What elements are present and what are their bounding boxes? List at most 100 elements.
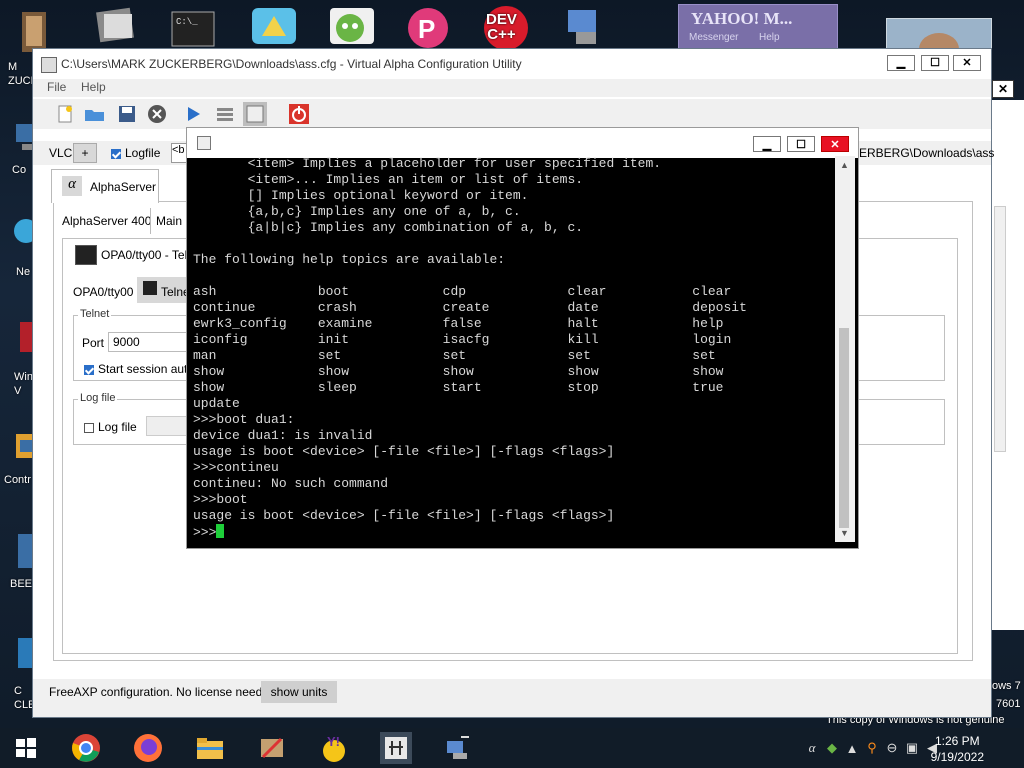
clock-time: 1:26 PM <box>934 734 980 748</box>
terminal-line: ewrk3_config examine false halt help <box>193 316 724 331</box>
terminal-line: The following help topics are available: <box>193 252 506 267</box>
tray-shield-icon[interactable]: ◆ <box>824 740 840 756</box>
start-session-label: Start session auto <box>98 362 195 376</box>
terminal-window: ▁ ☐ ✕ <item> Implies a placeholder for u… <box>186 127 859 549</box>
file-explorer-icon[interactable] <box>194 732 226 764</box>
terminal-scrollbar[interactable]: ▲ ▼ <box>835 156 855 542</box>
terminal-prompt-line[interactable]: >>> <box>193 524 833 540</box>
firefox-icon[interactable] <box>132 732 164 764</box>
clock-date: 9/19/2022 <box>930 750 984 764</box>
desktop-label-control: Contr <box>4 474 31 486</box>
tray-network-icon[interactable]: ▣ <box>904 740 920 756</box>
toolbar <box>33 99 991 129</box>
log-file-checkbox[interactable]: Log file <box>84 420 137 434</box>
tray-alpha-icon[interactable]: α <box>804 740 820 756</box>
tray-minus-icon[interactable]: ⊖ <box>884 740 900 756</box>
terminal-prompt: >>> <box>193 525 217 540</box>
terminal-line: {a|b|c} Implies any combination of a, b,… <box>193 220 584 235</box>
subtab-divider <box>150 208 151 234</box>
log-file-checkbox-label: Log file <box>98 420 137 434</box>
network-connect-icon[interactable] <box>442 732 474 764</box>
svg-text:Y!: Y! <box>327 734 340 749</box>
yahoo-logo: YAHOO! M... <box>691 9 793 28</box>
desktop-label-winv: Win V <box>14 371 33 397</box>
new-file-icon[interactable] <box>53 102 77 126</box>
bg-window-close-icon[interactable]: ✕ <box>992 80 1014 98</box>
windows-version-label: ows 7 <box>992 680 1021 692</box>
scroll-up-icon[interactable]: ▲ <box>840 160 849 170</box>
power-stop-icon[interactable] <box>287 102 311 126</box>
terminal-line: ash boot cdp clear clear <box>193 284 732 299</box>
alpha-icon: α <box>62 176 82 196</box>
svg-text:P: P <box>418 14 435 44</box>
port-input[interactable]: 9000 <box>108 332 194 352</box>
close-button[interactable]: ✕ <box>953 55 981 71</box>
desktop-label-computer: Co <box>12 164 27 176</box>
maximize-button[interactable]: ☐ <box>921 55 949 71</box>
terminal-line: {a,b,c} Implies any one of a, b, c. <box>193 204 521 219</box>
minimize-button[interactable]: ▁ <box>887 55 915 71</box>
taskbar: Y! α ◆ ▲ ⚲ ⊖ ▣ ◀ 1:26 PM 9/19/2022 <box>0 728 1024 768</box>
photo-widget <box>886 18 992 65</box>
title-bar[interactable]: C:\Users\MARK ZUCKERBERG\Downloads\ass.c… <box>33 49 991 79</box>
play-icon[interactable] <box>181 102 205 126</box>
logfile-checkbox[interactable]: Logfile <box>111 146 160 160</box>
log-file-check-icon <box>84 422 94 433</box>
subtab-port[interactable]: OPA0/tty00 <box>73 285 133 299</box>
menu-help[interactable]: Help <box>81 80 106 94</box>
clock[interactable]: 1:26 PM 9/19/2022 <box>931 733 984 765</box>
tray-app-icon[interactable]: ▲ <box>844 740 860 756</box>
show-units-button[interactable]: show units <box>261 681 337 703</box>
add-vlc-button[interactable]: + <box>73 143 97 163</box>
terminal-line: >>>boot <box>193 492 248 507</box>
scrollbar-thumb[interactable] <box>839 328 849 528</box>
device-header: OPA0/tty00 - Teln <box>101 248 194 262</box>
terminal-output[interactable]: <item> Implies a placeholder for user sp… <box>193 156 833 540</box>
terminal-close-button[interactable]: ✕ <box>821 136 849 152</box>
settings-list-icon[interactable] <box>213 102 237 126</box>
subtab-model[interactable]: AlphaServer 400 <box>62 214 151 228</box>
app-icon <box>41 57 57 73</box>
console-icon[interactable] <box>243 102 267 126</box>
logfile-checkbox-label: Logfile <box>125 146 161 160</box>
yahoo-tab-messenger[interactable]: Messenger <box>689 32 738 43</box>
yahoo-messenger-widget[interactable]: YAHOO! M... Messenger Help <box>678 4 838 50</box>
logfile-check-icon <box>111 148 121 159</box>
alpha-configuration-taskbar-icon[interactable] <box>380 732 412 764</box>
status-text: FreeAXP configuration. No license needed… <box>49 685 279 699</box>
terminal-line: [] Implies optional keyword or item. <box>193 188 529 203</box>
terminal-line: man set set set set <box>193 348 716 363</box>
scroll-down-icon[interactable]: ▼ <box>840 528 849 538</box>
start-windows-icon[interactable] <box>10 732 42 764</box>
windows-build-label: 7601 <box>996 698 1021 710</box>
terminal-maximize-button[interactable]: ☐ <box>787 136 815 152</box>
cancel-icon[interactable] <box>145 102 169 126</box>
terminal-minimize-button[interactable]: ▁ <box>753 136 781 152</box>
chrome-icon[interactable] <box>70 732 102 764</box>
tab-alphaserver-label: AlphaServer <box>90 180 157 194</box>
terminal-line: update <box>193 396 240 411</box>
start-session-checkbox[interactable]: Start session auto <box>84 362 194 376</box>
config-path-text: ERBERG\Downloads\ass <box>859 146 995 160</box>
tray-search-icon[interactable]: ⚲ <box>864 740 880 756</box>
terminal-line: contineu: No such command <box>193 476 389 491</box>
status-bar: FreeAXP configuration. No license needed… <box>33 679 991 717</box>
dev-cpp-label: DEV C++ <box>486 11 517 43</box>
tab-alphaserver[interactable]: α AlphaServer <box>51 169 159 203</box>
bg-window-scrollbar[interactable] <box>994 206 1006 452</box>
telnet-group-label: Telnet <box>78 308 112 320</box>
terminal-cursor <box>216 524 225 538</box>
log-file-group-label: Log file <box>78 392 118 404</box>
vlc-label: VLC <box>49 146 73 160</box>
desktop-label-network: Ne <box>16 266 31 278</box>
menu-file[interactable]: File <box>47 80 66 94</box>
open-folder-icon[interactable] <box>83 102 107 126</box>
terminal-title-bar[interactable]: ▁ ☐ ✕ <box>187 128 858 158</box>
yahoo-messenger-taskbar-icon[interactable]: Y! <box>318 732 350 764</box>
yahoo-tab-help[interactable]: Help <box>759 32 780 43</box>
save-icon[interactable] <box>115 102 139 126</box>
tools-app-icon[interactable] <box>256 732 288 764</box>
menu-bar: File Help <box>33 79 991 97</box>
